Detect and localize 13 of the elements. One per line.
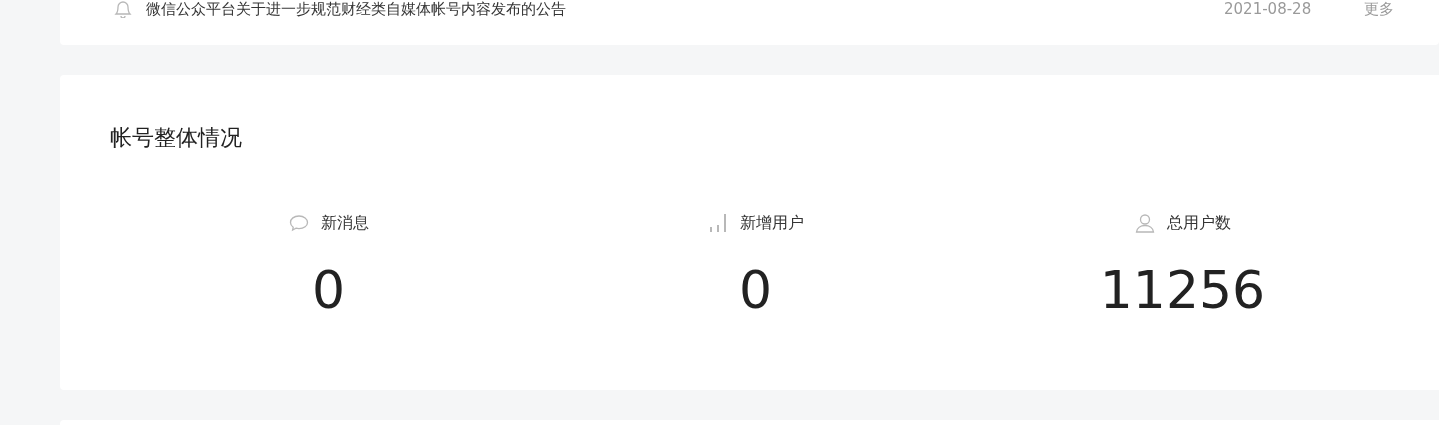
notice-link[interactable]: 微信公众平台关于进一步规范财经类自媒体帐号内容发布的公告 (146, 0, 1224, 19)
bar-chart-icon (707, 213, 728, 233)
section-title: 帐号整体情况 (110, 124, 243, 152)
stat-label: 新增用户 (739, 212, 804, 234)
bell-icon (112, 0, 134, 18)
stat-value: 0 (738, 259, 773, 321)
stat-value: 0 (311, 259, 346, 321)
user-icon (1134, 213, 1155, 233)
stat-label: 新消息 (320, 212, 369, 234)
stat-value: 11256 (1099, 259, 1266, 321)
notice-date: 2021-08-28 (1224, 0, 1313, 18)
chat-bubble-icon (288, 214, 309, 232)
stat-label: 总用户数 (1166, 212, 1231, 234)
